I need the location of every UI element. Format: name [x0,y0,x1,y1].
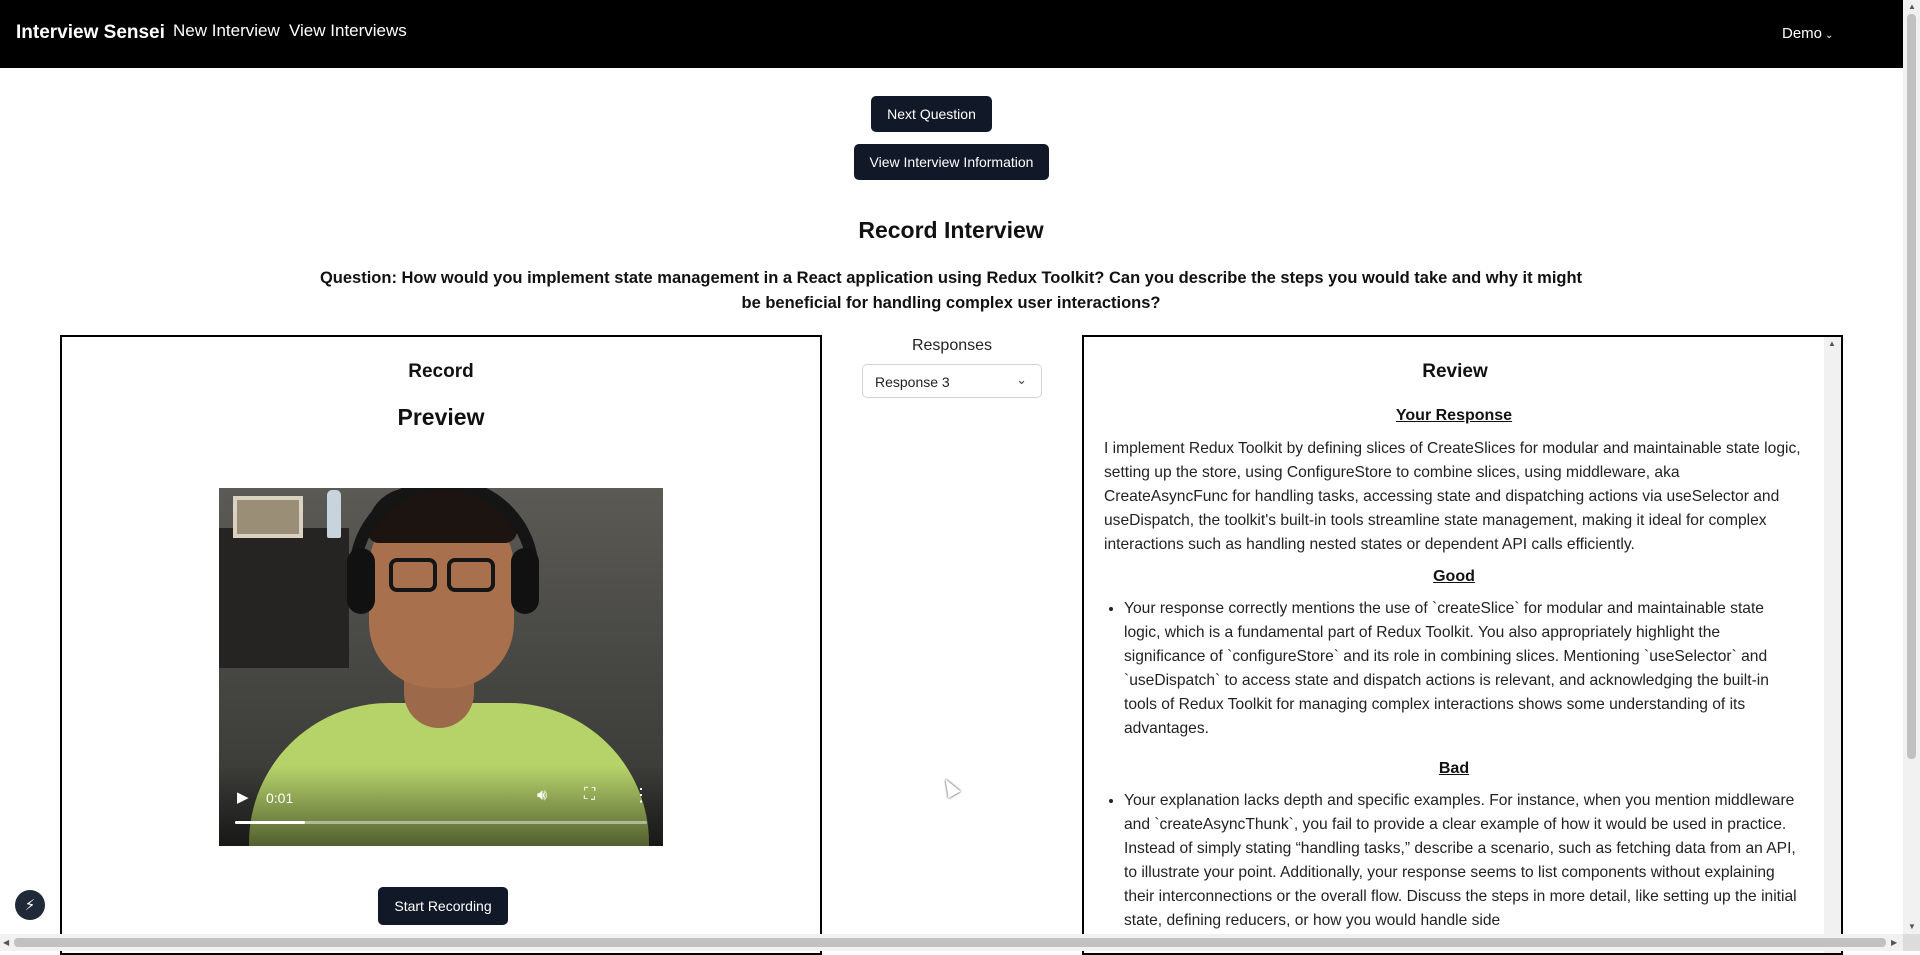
good-list: Your response correctly mentions the use… [1104,597,1804,741]
video-player[interactable]: ▶ 0:01 🔊︎ ⛶ ⋮ [219,488,663,846]
your-response-text: I implement Redux Toolkit by defining sl… [1104,440,1801,553]
your-response-heading: Your Response [1395,407,1513,424]
record-heading: Record [408,361,474,382]
record-panel: Record Preview ▶ 0:01 🔊︎ ⛶ ⋮ Start Recor… [60,335,822,955]
video-seek-bar[interactable] [235,821,647,824]
review-scrollbar[interactable]: ▲ [1824,337,1841,953]
interview-question: Question: How would you implement state … [319,269,1583,312]
page-title: Record Interview [858,217,1044,243]
chevron-down-icon: ⌄ [1016,372,1027,387]
play-icon[interactable]: ▶ [237,788,249,806]
response-select[interactable]: Response 3 ⌄ [862,364,1042,398]
good-list-item: Your response correctly mentions the use… [1124,597,1804,741]
scroll-down-arrow-icon[interactable]: ▼ [1908,922,1916,931]
page-horizontal-scrollbar[interactable]: ◀ ▶ [0,934,1903,951]
nav-link-new-interview[interactable]: New Interview [173,21,280,41]
scrollbar-corner [1903,934,1920,951]
review-panel: ▲ Review Your Response I implement Redux… [1082,335,1843,955]
background-picture-frame [233,496,303,538]
top-navbar: Interview Sensei New Interview View Inte… [0,0,1920,68]
scroll-up-arrow-icon[interactable]: ▲ [1908,2,1916,11]
bad-heading: Bad [1438,760,1470,777]
video-seek-progress [235,821,306,824]
volume-icon[interactable]: 🔊︎ [537,787,547,805]
page-vertical-scroll-thumb[interactable] [1907,14,1916,759]
mouse-cursor [939,775,961,799]
view-interview-information-button[interactable]: View Interview Information [854,144,1049,180]
response-select-value: Response 3 [875,374,950,390]
more-vertical-icon[interactable]: ⋮ [632,785,650,806]
bad-list: Your explanation lacks depth and specifi… [1104,789,1804,933]
responses-label: Responses [911,337,993,354]
start-recording-button[interactable]: Start Recording [378,887,508,925]
nav-link-view-interviews[interactable]: View Interviews [289,21,407,41]
good-heading: Good [1433,568,1475,585]
video-controls [219,766,663,846]
video-time: 0:01 [266,790,294,806]
fullscreen-icon[interactable]: ⛶ [584,786,595,804]
preview-heading: Preview [397,404,485,430]
scroll-left-arrow-icon[interactable]: ◀ [3,938,9,947]
review-heading: Review [1422,361,1488,382]
scroll-right-arrow-icon[interactable]: ▶ [1891,938,1897,947]
user-menu-label: Demo [1782,25,1823,42]
user-menu-dropdown[interactable]: Demo ⌄ [1782,25,1833,42]
page-vertical-scrollbar[interactable]: ▲ ▼ [1903,0,1920,934]
brand-logo-text[interactable]: Interview Sensei [16,22,165,44]
next-question-button[interactable]: Next Question [871,96,992,132]
chevron-down-icon: ⌄ [1825,30,1834,41]
scroll-up-arrow-icon[interactable]: ▲ [1828,339,1836,348]
page-horizontal-scroll-thumb[interactable] [14,938,1886,947]
lightning-bolt-icon[interactable]: ⚡︎ [15,890,45,920]
bad-list-item: Your explanation lacks depth and specifi… [1124,789,1804,933]
